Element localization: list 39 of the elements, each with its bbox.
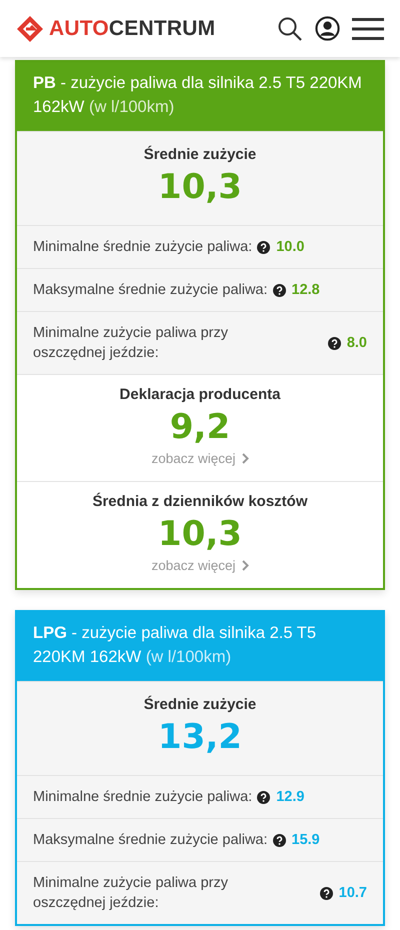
stat-title: Średnia z dzienników kosztów xyxy=(91,493,309,510)
logo[interactable]: AUTOCENTRUM xyxy=(15,14,277,44)
help-icon[interactable] xyxy=(320,886,333,900)
stat-label: Minimalne zużycie paliwa przy oszczędnej jeździe: xyxy=(33,874,230,913)
card-header: LPG - zużycie paliwa dla silnika 2.5 T5 220KM 162kW (w l/100km) xyxy=(17,610,383,681)
stat-label: Maksymalne średnie zużycie paliwa: xyxy=(33,832,268,848)
card-header: PB - zużycie paliwa dla silnika 2.5 T5 220KM 162kW (w l/100km) xyxy=(17,60,383,131)
help-icon[interactable] xyxy=(328,336,341,350)
stat-title: Średnie zużycie xyxy=(142,146,258,163)
logo-text: CENTRUM xyxy=(108,16,216,40)
stat-value: 13,2 xyxy=(157,717,243,757)
see-more-link[interactable]: zobacz więcej xyxy=(151,558,249,573)
user-icon[interactable] xyxy=(315,16,340,41)
help-icon[interactable] xyxy=(272,834,286,846)
stat-value: 10.7 xyxy=(338,885,367,901)
help-icon[interactable] xyxy=(257,790,270,804)
help-icon[interactable] xyxy=(272,284,286,296)
stat-title: Deklaracja producenta xyxy=(118,386,282,403)
stat-value: 10,3 xyxy=(157,514,243,554)
menu-icon[interactable] xyxy=(352,16,384,42)
logo-text-accent: AUTO xyxy=(49,16,109,40)
stat-value: 9,2 xyxy=(168,407,232,447)
stat-label: Minimalne średnie zużycie paliwa: xyxy=(33,239,252,255)
stat-label: Minimalne zużycie paliwa przy oszczędnej jeździe: xyxy=(33,324,230,363)
logo-icon xyxy=(15,14,45,44)
stat-value: 8.0 xyxy=(346,335,367,351)
search-icon[interactable] xyxy=(277,16,303,42)
stat-label: Maksymalne średnie zużycie paliwa: xyxy=(33,282,268,298)
stat-value: 10.0 xyxy=(276,239,304,255)
stat-value: 15.9 xyxy=(292,832,320,848)
stat-value: 10,3 xyxy=(157,167,243,207)
stat-value: 12.8 xyxy=(292,282,320,298)
see-more-link[interactable]: zobacz więcej xyxy=(151,451,249,466)
help-icon[interactable] xyxy=(257,240,270,254)
stat-value: 12.9 xyxy=(276,789,304,805)
stat-label: Minimalne średnie zużycie paliwa: xyxy=(33,789,252,805)
chevron-right-icon xyxy=(242,453,249,464)
chevron-right-icon xyxy=(242,560,249,571)
stat-title: Średnie zużycie xyxy=(142,696,258,713)
